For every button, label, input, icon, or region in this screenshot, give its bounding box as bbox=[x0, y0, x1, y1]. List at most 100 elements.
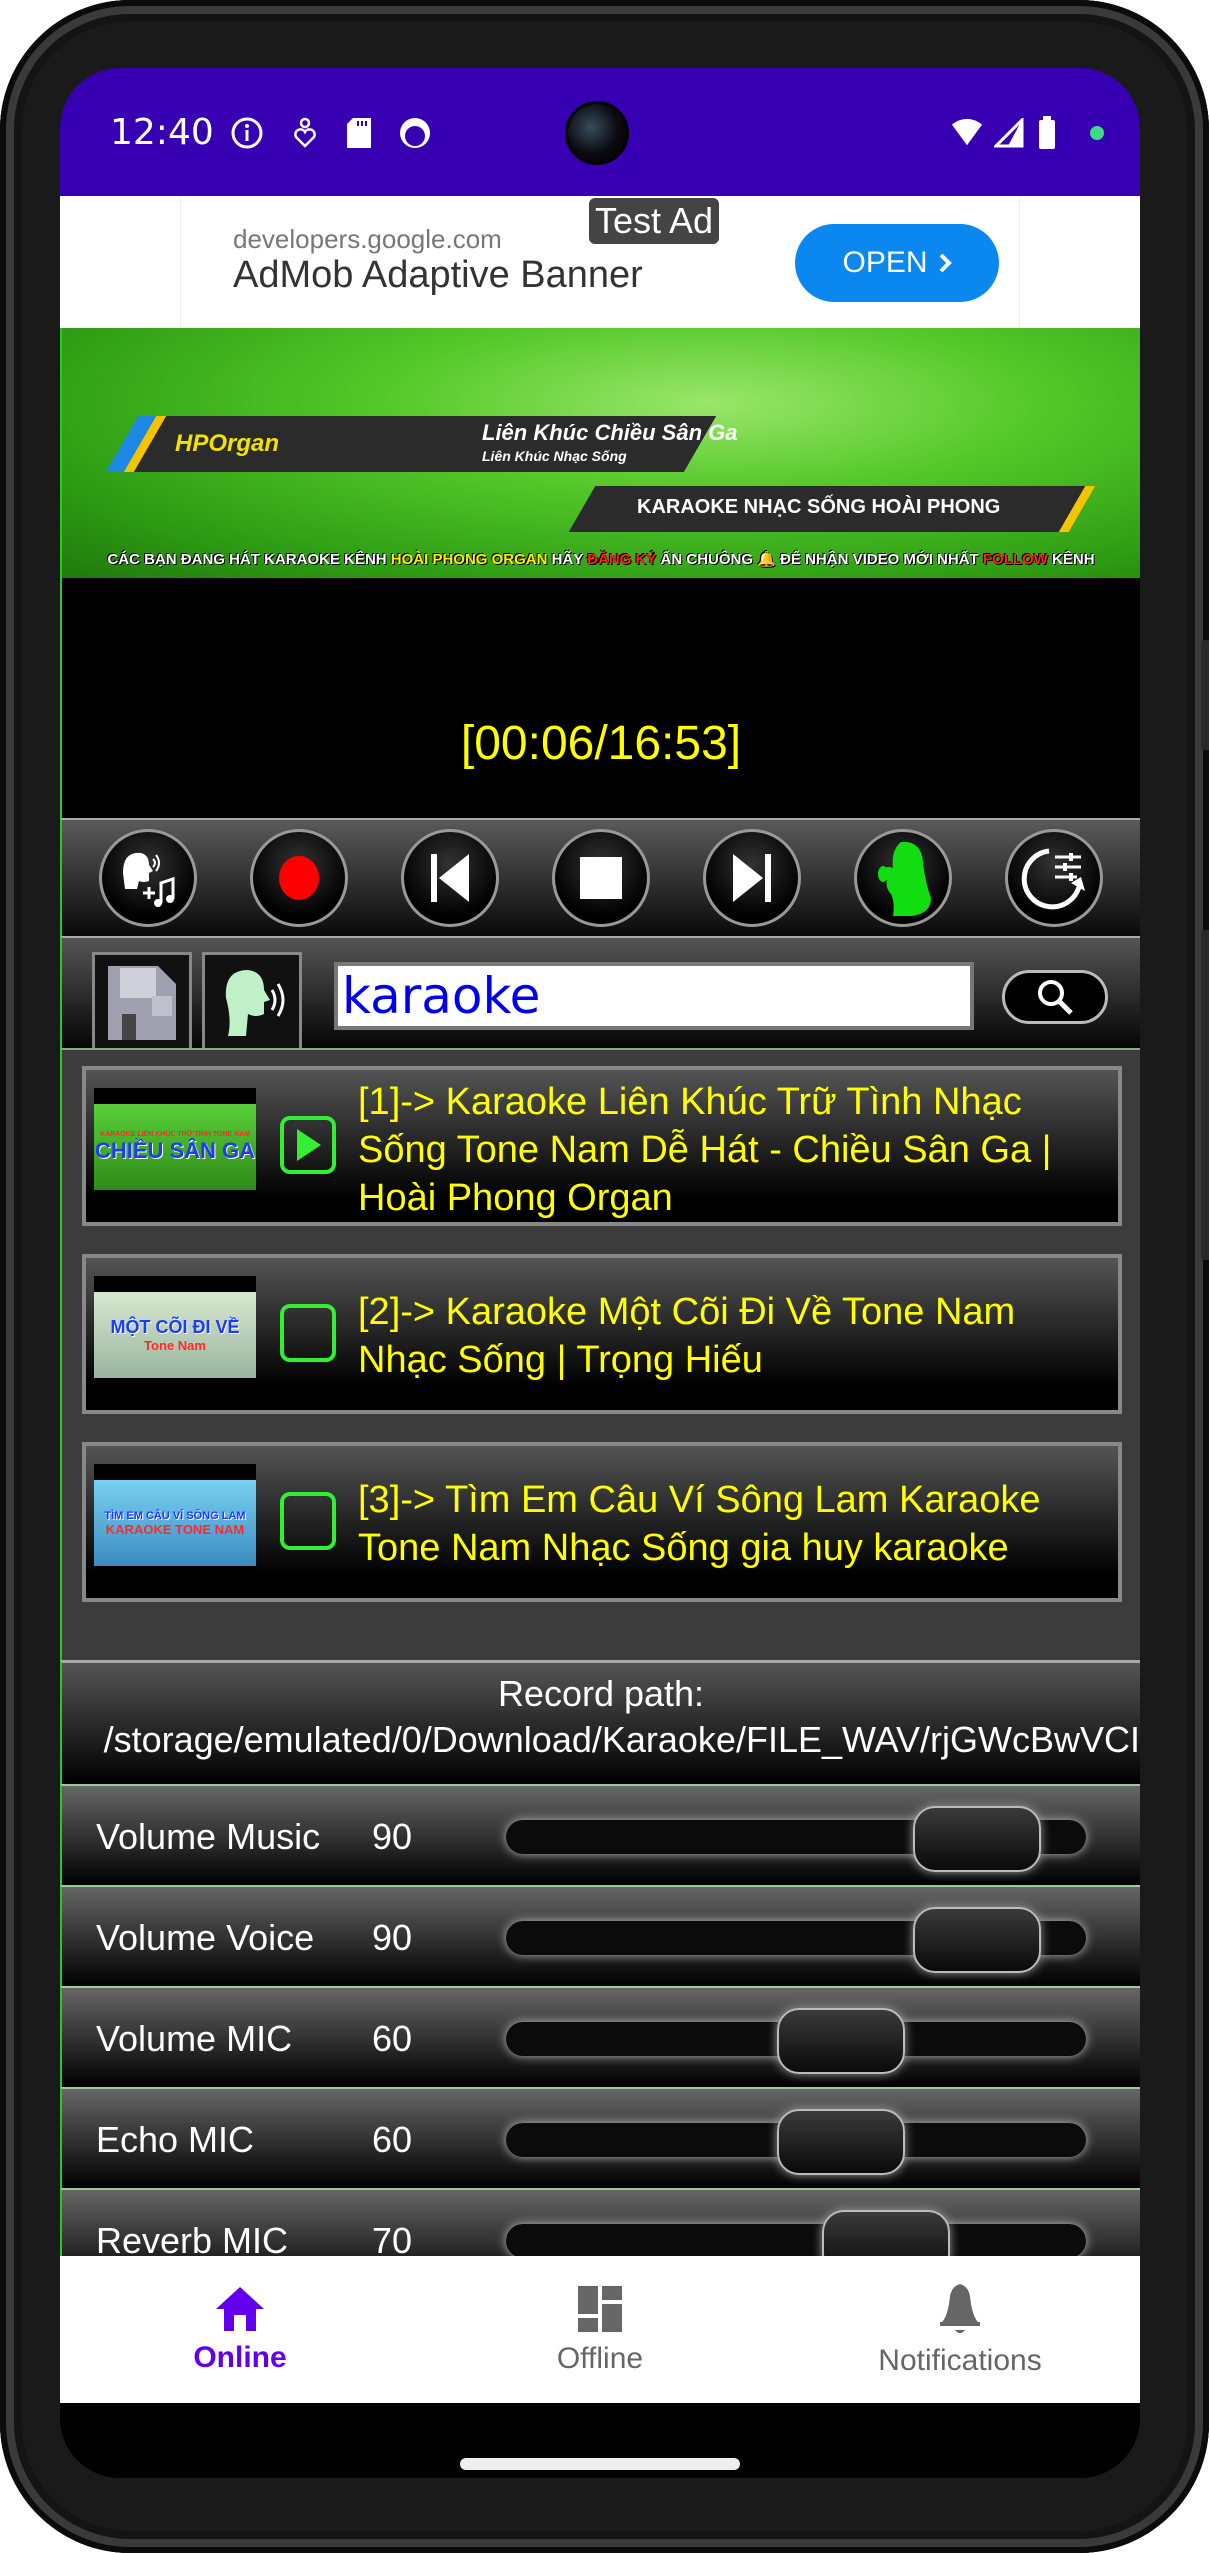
nav-offline-label: Offline bbox=[556, 2341, 644, 2375]
search-button[interactable] bbox=[1002, 970, 1108, 1024]
ad-open-label: OPEN bbox=[842, 246, 928, 279]
slider-label: Volume Voice bbox=[96, 1917, 315, 1958]
video-caption: CÁC BẠN ĐANG HÁT KARAOKE KÊNH HOÀI PHONG… bbox=[62, 550, 1140, 568]
ad-open-button[interactable]: OPEN bbox=[795, 224, 999, 302]
signal-icon bbox=[992, 116, 1026, 150]
video-thumbnail: TÌM EM CÂU VÍ SÔNG LAM KARAOKE TONE NAM bbox=[94, 1464, 256, 1582]
status-time: 12:40 bbox=[110, 112, 214, 153]
voice-button[interactable] bbox=[202, 952, 302, 1052]
result-title: [2]-> Karaoke Một Cõi Đi Về Tone Nam Nhạ… bbox=[358, 1291, 1016, 1381]
slider-row: Volume MIC 60 bbox=[60, 1986, 1140, 2087]
skip-next-icon bbox=[733, 854, 772, 902]
bell-icon bbox=[940, 2283, 980, 2333]
nav-online[interactable]: Online bbox=[60, 2256, 420, 2403]
slider-value: 60 bbox=[372, 2119, 413, 2160]
app-notification-icon bbox=[398, 116, 432, 150]
skip-previous-icon bbox=[430, 854, 469, 902]
list-item[interactable]: TÌM EM CÂU VÍ SÔNG LAM KARAOKE TONE NAM … bbox=[82, 1442, 1122, 1602]
singer-icon bbox=[878, 841, 932, 916]
video-frame: HPOrgan Liên Khúc Chiều Sân Ga Liên Khúc… bbox=[62, 328, 1140, 578]
video-thumbnail: MỘT CÕI ĐI VỀ Tone Nam bbox=[94, 1276, 256, 1394]
caption-segment: ĐĂNG KÝ bbox=[587, 551, 657, 568]
stop-button[interactable] bbox=[551, 829, 650, 927]
select-checkbox[interactable] bbox=[280, 1304, 336, 1362]
slider-row: Volume Music 90 bbox=[60, 1784, 1140, 1885]
result-title: [1]-> Karaoke Liên Khúc Trữ Tình Nhạc Số… bbox=[358, 1081, 1052, 1219]
dashboard-icon bbox=[578, 2285, 622, 2332]
slider-row: Echo MIC 60 bbox=[60, 2087, 1140, 2188]
stop-icon bbox=[579, 857, 622, 899]
slider-value: 90 bbox=[372, 1816, 413, 1857]
thumbnail-subtitle: Tone Nam bbox=[144, 1338, 206, 1353]
voice-music-mix-button[interactable] bbox=[98, 829, 197, 927]
caption-segment: ẤN CHUÔNG 🔔 ĐỂ NHẬN VIDEO MỚI NHẤT bbox=[656, 551, 983, 568]
playing-indicator[interactable] bbox=[280, 1116, 336, 1174]
slider-label: Volume MIC bbox=[96, 2018, 293, 2059]
video-song-subtitle: Liên Khúc Nhạc Sống bbox=[482, 448, 627, 464]
slider-label: Echo MIC bbox=[96, 2119, 255, 2160]
select-checkbox[interactable] bbox=[280, 1492, 336, 1550]
bottom-navigation: Online Offline Notifications bbox=[60, 2256, 1140, 2403]
voice-plus-music-icon bbox=[122, 852, 175, 907]
video-channel-name: KARAOKE NHẠC SỐNG HOÀI PHONG bbox=[637, 496, 1001, 518]
caption-segment: KÊNH bbox=[1047, 551, 1095, 568]
magnifier-icon bbox=[1038, 980, 1073, 1015]
test-ad-badge: Test Ad bbox=[589, 198, 720, 244]
slider-thumb[interactable] bbox=[912, 1907, 1041, 1973]
save-button[interactable] bbox=[92, 952, 192, 1052]
hporgan-logo: HPOrgan bbox=[174, 430, 279, 457]
wifi-icon bbox=[950, 116, 984, 150]
status-bar: 12:40 bbox=[60, 68, 1140, 196]
phone-frame: 12:40 developers.google.com AdMob Adapti… bbox=[0, 0, 1209, 2553]
caption-segment: FOLLOW bbox=[982, 551, 1048, 568]
front-camera bbox=[565, 101, 629, 165]
ad-domain: developers.google.com bbox=[233, 224, 502, 254]
voice-speak-icon bbox=[225, 970, 285, 1036]
search-input[interactable]: karaoke bbox=[334, 962, 974, 1030]
previous-button[interactable] bbox=[400, 829, 499, 927]
home-icon bbox=[216, 2286, 264, 2331]
result-title: [3]-> Tìm Em Câu Ví Sông Lam Karaoke Ton… bbox=[358, 1479, 1041, 1569]
slider-track[interactable] bbox=[506, 2224, 1086, 2258]
thumbnail-title: MỘT CÕI ĐI VỀ bbox=[110, 1317, 240, 1337]
caption-segment: CÁC BẠN ĐANG HÁT KARAOKE KÊNH bbox=[107, 551, 391, 568]
slider-thumb[interactable] bbox=[912, 1806, 1041, 1872]
ad-title: AdMob Adaptive Banner bbox=[233, 254, 643, 296]
singer-button[interactable] bbox=[854, 829, 953, 927]
play-icon bbox=[297, 1129, 321, 1161]
nav-offline[interactable]: Offline bbox=[420, 2256, 780, 2403]
settings-refresh-button[interactable] bbox=[1005, 829, 1104, 927]
gesture-handle[interactable] bbox=[460, 2458, 740, 2470]
next-button[interactable] bbox=[703, 829, 802, 927]
nav-notifications[interactable]: Notifications bbox=[780, 2256, 1140, 2403]
floppy-disk-icon bbox=[108, 966, 176, 1040]
list-item[interactable]: KARAOKE LIÊN KHÚC TRỮ TÌNH TONE NAM CHIỀ… bbox=[82, 1066, 1122, 1226]
record-button[interactable] bbox=[249, 829, 348, 927]
sd-card-icon bbox=[342, 116, 376, 150]
caption-segment: HOÀI PHONG ORGAN bbox=[390, 551, 548, 568]
nav-notifications-label: Notifications bbox=[878, 2343, 1042, 2377]
nav-online-label: Online bbox=[193, 2340, 287, 2374]
results-list[interactable]: KARAOKE LIÊN KHÚC TRỮ TÌNH TONE NAM CHIỀ… bbox=[60, 1048, 1140, 1660]
slider-thumb[interactable] bbox=[777, 2008, 906, 2074]
video-player[interactable]: HPOrgan Liên Khúc Chiều Sân Ga Liên Khúc… bbox=[60, 328, 1140, 820]
thumbnail-title: TÌM EM CÂU VÍ SÔNG LAM bbox=[104, 1509, 246, 1522]
thumbnail-title: CHIỀU SÂN GA bbox=[94, 1137, 256, 1163]
slider-value: 90 bbox=[372, 1917, 413, 1958]
privacy-dot-icon bbox=[1090, 126, 1104, 140]
slider-row: Volume Voice 90 bbox=[60, 1885, 1140, 1986]
search-bar: karaoke bbox=[60, 936, 1140, 1052]
info-icon bbox=[230, 116, 264, 150]
thumbnail-subtitle: KARAOKE TONE NAM bbox=[105, 1521, 245, 1537]
video-thumbnail: KARAOKE LIÊN KHÚC TRỮ TÌNH TONE NAM CHIỀ… bbox=[94, 1088, 256, 1206]
battery-icon bbox=[1030, 116, 1064, 150]
screen: 12:40 developers.google.com AdMob Adapti… bbox=[60, 68, 1140, 2478]
video-song-title: Liên Khúc Chiều Sân Ga bbox=[482, 420, 738, 445]
thumbnail-subtitle: KARAOKE LIÊN KHÚC TRỮ TÌNH TONE NAM bbox=[100, 1130, 250, 1138]
slider-value: 60 bbox=[372, 2018, 413, 2059]
list-item[interactable]: MỘT CÕI ĐI VỀ Tone Nam [2]-> Karaoke Một… bbox=[82, 1254, 1122, 1414]
slider-label: Volume Music bbox=[96, 1816, 321, 1857]
slider-thumb[interactable] bbox=[777, 2109, 906, 2175]
power-button bbox=[1201, 640, 1209, 750]
ad-banner[interactable]: developers.google.com AdMob Adaptive Ban… bbox=[60, 196, 1140, 328]
